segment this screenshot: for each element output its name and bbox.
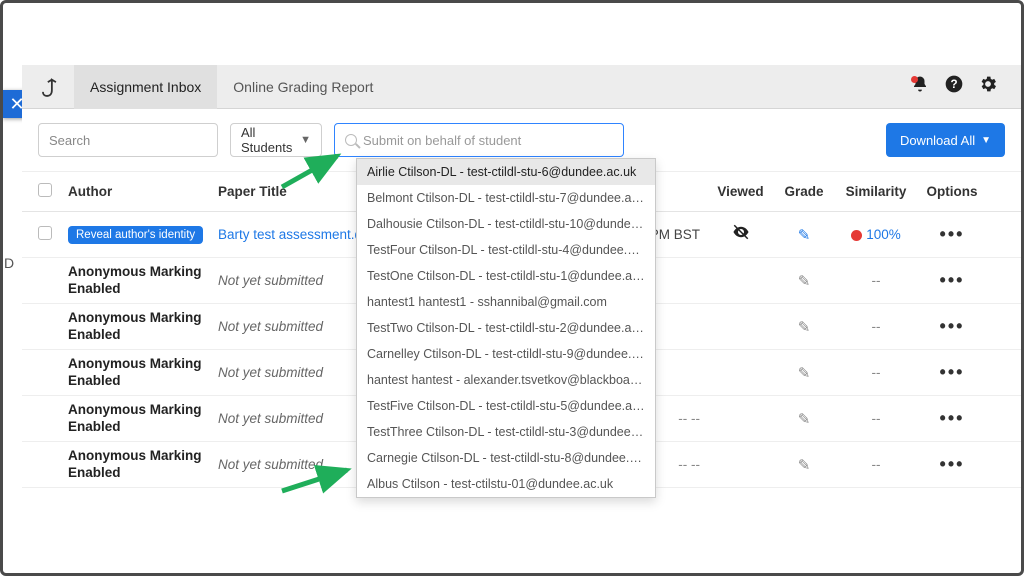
settings-button[interactable]: [971, 70, 1005, 104]
search-icon: [345, 134, 357, 146]
caret-down-icon: ▼: [981, 135, 991, 146]
edit-grade-icon[interactable]: ✎: [798, 457, 811, 474]
author-cell: Anonymous Marking Enabled: [68, 402, 218, 434]
gear-icon: [978, 74, 998, 99]
ac-item[interactable]: Carnelley Ctilson-DL - test-ctildl-stu-9…: [357, 341, 655, 367]
ac-item[interactable]: hantest hantest - alexander.tsvetkov@bla…: [357, 367, 655, 393]
notification-dot: [911, 76, 918, 83]
tab-assignment-inbox[interactable]: Assignment Inbox: [74, 65, 217, 109]
col-options[interactable]: Options: [917, 184, 987, 199]
left-rail-stub: D: [4, 240, 16, 285]
similarity-value: --: [835, 457, 917, 472]
row-options-button[interactable]: •••: [940, 408, 965, 428]
submit-on-behalf-input[interactable]: Submit on behalf of student: [334, 123, 624, 157]
search-input[interactable]: Search: [38, 123, 218, 157]
edit-grade-icon[interactable]: ✎: [798, 319, 811, 336]
author-cell: Anonymous Marking Enabled: [68, 310, 218, 342]
notifications-button[interactable]: [903, 70, 937, 104]
student-filter-dropdown[interactable]: All Students ▼: [230, 123, 322, 157]
row-options-button[interactable]: •••: [940, 362, 965, 382]
reveal-identity-button[interactable]: Reveal author's identity: [68, 226, 203, 244]
similarity-value: --: [835, 273, 917, 288]
student-autocomplete-dropdown: Airlie Ctilson-DL - test-ctildl-stu-6@du…: [356, 158, 656, 498]
ac-item[interactable]: Airlie Ctilson-DL - test-ctildl-stu-6@du…: [357, 159, 655, 185]
edit-grade-icon[interactable]: ✎: [798, 365, 811, 382]
select-all-checkbox[interactable]: [38, 183, 52, 197]
row-options-button[interactable]: •••: [940, 224, 965, 244]
ac-item[interactable]: Dalhousie Ctilson-DL - test-ctildl-stu-1…: [357, 211, 655, 237]
help-icon: ?: [944, 74, 964, 99]
author-cell: Anonymous Marking Enabled: [68, 356, 218, 388]
toolbar: Search All Students ▼ Submit on behalf o…: [22, 109, 1021, 172]
row-options-button[interactable]: •••: [940, 454, 965, 474]
app-logo: [32, 72, 62, 102]
ac-item[interactable]: hantest1 hantest1 - sshannibal@gmail.com: [357, 289, 655, 315]
svg-text:?: ?: [950, 78, 957, 91]
similarity-value: --: [835, 411, 917, 426]
caret-down-icon: ▼: [300, 134, 311, 146]
edit-grade-icon[interactable]: ✎: [798, 273, 811, 290]
download-all-label: Download All: [900, 133, 975, 148]
similarity-value[interactable]: 100%: [866, 227, 901, 242]
edit-grade-icon[interactable]: ✎: [798, 411, 811, 428]
ac-item[interactable]: Albus Ctilson - test-ctilstu-01@dundee.a…: [357, 471, 655, 497]
author-cell: Anonymous Marking Enabled: [68, 448, 218, 480]
student-filter-label: All Students: [241, 125, 294, 155]
author-cell: Anonymous Marking Enabled: [68, 264, 218, 296]
col-similarity[interactable]: Similarity: [835, 184, 917, 199]
row-options-button[interactable]: •••: [940, 316, 965, 336]
row-options-button[interactable]: •••: [940, 270, 965, 290]
similarity-dot-icon: [851, 230, 862, 241]
similarity-value: --: [835, 365, 917, 380]
ac-item[interactable]: Belmont Ctilson-DL - test-ctildl-stu-7@d…: [357, 185, 655, 211]
ac-item[interactable]: TestTwo Ctilson-DL - test-ctildl-stu-2@d…: [357, 315, 655, 341]
rail-letter: D: [4, 240, 16, 285]
similarity-value: --: [835, 319, 917, 334]
help-button[interactable]: ?: [937, 70, 971, 104]
top-tab-bar: Assignment Inbox Online Grading Report ?: [22, 65, 1021, 109]
submit-placeholder: Submit on behalf of student: [363, 133, 521, 148]
row-checkbox[interactable]: [38, 226, 52, 240]
ac-item[interactable]: Carnegie Ctilson-DL - test-ctildl-stu-8@…: [357, 445, 655, 471]
col-author[interactable]: Author: [68, 184, 218, 199]
eye-off-icon: [732, 228, 750, 245]
download-all-button[interactable]: Download All ▼: [886, 123, 1005, 157]
edit-grade-icon[interactable]: ✎: [798, 227, 811, 244]
ac-item[interactable]: TestFour Ctilson-DL - test-ctildl-stu-4@…: [357, 237, 655, 263]
ac-item[interactable]: TestFive Ctilson-DL - test-ctildl-stu-5@…: [357, 393, 655, 419]
ac-item[interactable]: TestOne Ctilson-DL - test-ctildl-stu-1@d…: [357, 263, 655, 289]
col-grade[interactable]: Grade: [773, 184, 835, 199]
col-viewed[interactable]: Viewed: [708, 184, 773, 199]
ac-item[interactable]: TestThree Ctilson-DL - test-ctildl-stu-3…: [357, 419, 655, 445]
tab-online-grading-report[interactable]: Online Grading Report: [217, 65, 389, 109]
